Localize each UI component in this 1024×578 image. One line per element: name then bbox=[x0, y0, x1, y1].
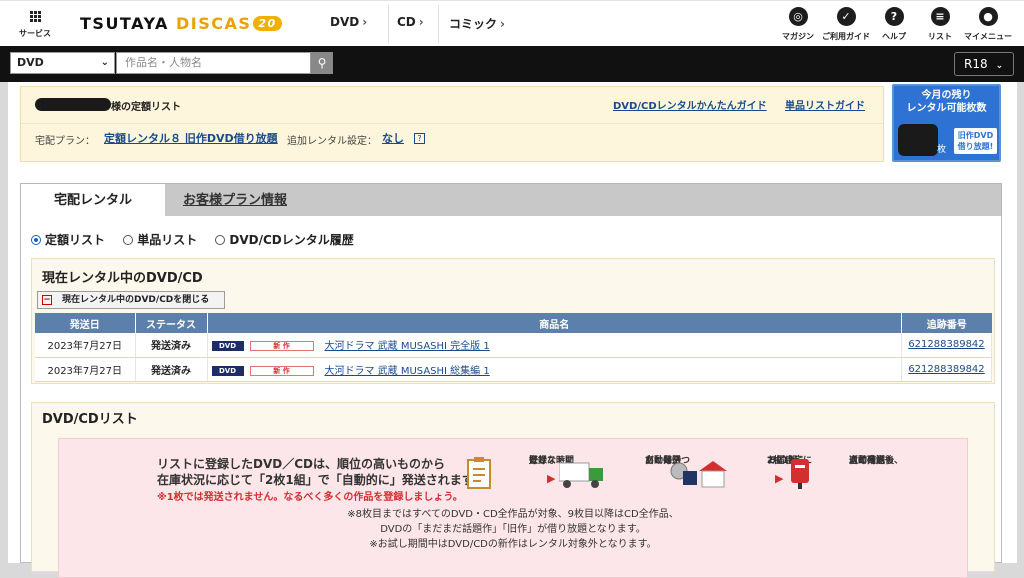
anniversary-badge: 20 bbox=[253, 16, 282, 31]
count-unit: 枚 bbox=[937, 145, 947, 155]
item-title-link[interactable]: 大河ドラマ 武蔵 MUSASHI 完全版 1 bbox=[325, 341, 490, 352]
ship-date: 2023年7月27日 bbox=[35, 333, 136, 358]
search-icon: ⚲ bbox=[317, 56, 327, 70]
table-row: 2023年7月27日 発送済み DVD 新 作大河ドラマ 武蔵 MUSASHI 完… bbox=[35, 333, 992, 358]
chevron-right-icon: › bbox=[362, 15, 368, 29]
new-badge: 新 作 bbox=[249, 341, 314, 352]
category-select[interactable]: DVD ⌄ bbox=[10, 52, 115, 74]
addon-link[interactable]: なし bbox=[382, 130, 404, 146]
list-button[interactable]: ≡ リスト bbox=[914, 7, 966, 42]
promo-warning: ※1枚では発送されません。なるべく多くの作品を登録しましょう。 bbox=[157, 492, 463, 503]
nav-cd[interactable]: CD › bbox=[397, 15, 424, 29]
list-title: 様の定額リスト bbox=[111, 102, 181, 113]
dvd-cd-list: DVD/CDリスト リストに登録したDVD／CDは、順位の高いものから 在庫状況に… bbox=[31, 402, 995, 578]
table-row: 2023年7月27日 発送済み DVD 新 作大河ドラマ 武蔵 MUSASHI 総… bbox=[35, 357, 992, 382]
postbox-icon bbox=[791, 459, 809, 489]
promo-notes: ※8枚目まではすべてのDVD・CD全作品が対象、9枚目以降はCD全作品、 DVD… bbox=[347, 509, 679, 550]
tab-home-rental[interactable]: 宅配レンタル bbox=[21, 184, 165, 219]
status: 発送済み bbox=[135, 357, 208, 382]
addon-label: 追加レンタル設定： bbox=[287, 136, 377, 147]
promo-banner: リストに登録したDVD／CDは、順位の高いものから 在庫状況に応じて「2枚1組」で… bbox=[58, 438, 968, 578]
single-list-guide-link[interactable]: 単品リストガイド bbox=[785, 97, 865, 112]
chevron-down-icon: ⌄ bbox=[100, 57, 109, 68]
redacted-count bbox=[898, 124, 938, 156]
status: 発送済み bbox=[135, 333, 208, 358]
step-auto-ship: あとは待つ だけ毎日 自動発送 bbox=[559, 455, 690, 495]
col-date: 発送日 bbox=[35, 313, 136, 333]
tab-content: 定額リスト 単品リスト DVD/CDレンタル履歴 現在レンタル中のDVD/CD … bbox=[20, 216, 1002, 578]
help-button[interactable]: ? ヘルプ bbox=[868, 7, 920, 42]
plan-link[interactable]: 定額レンタル８ 旧作DVD借り放題 bbox=[104, 130, 278, 146]
search-bar: DVD ⌄ 作品名・人物名 ⚲ R18 ⌄ bbox=[0, 46, 1024, 82]
nav-comic[interactable]: コミック › bbox=[449, 15, 505, 32]
help-icon[interactable]: ? bbox=[414, 133, 425, 144]
truck-icon bbox=[559, 462, 603, 488]
grid-icon bbox=[29, 11, 41, 22]
minus-icon: − bbox=[42, 295, 52, 305]
chevron-right-icon: › bbox=[500, 17, 505, 31]
site-logo[interactable]: TSUTAYA DISCAS 20 bbox=[80, 14, 282, 33]
chevron-down-icon: ⌄ bbox=[995, 61, 1004, 71]
tab-bar: 宅配レンタル お客様プラン情報 bbox=[20, 183, 1002, 219]
radio-icon bbox=[123, 235, 134, 245]
nav-dvd[interactable]: DVD › bbox=[330, 15, 367, 29]
step-return: 返却確認後、 次の商品も 自動発送 bbox=[789, 455, 903, 495]
rental-table: 発送日 ステータス 商品名 追跡番号 2023年7月27日 発送済み DVD 新 … bbox=[35, 313, 992, 382]
current-rentals: 現在レンタル中のDVD/CD − 現在レンタル中のDVD/CDを閉じる 発送日 ス… bbox=[31, 258, 995, 384]
col-title: 商品名 bbox=[207, 313, 902, 333]
magazine-icon: ◎ bbox=[788, 7, 808, 26]
chevron-right-icon: › bbox=[418, 15, 424, 29]
service-menu[interactable]: サービス bbox=[14, 9, 56, 39]
list-type-radios: 定額リスト 単品リスト DVD/CDレンタル履歴 bbox=[31, 231, 368, 248]
step-delivery: 2枚1組 でご自宅に お届け bbox=[669, 455, 812, 495]
ship-date: 2023年7月27日 bbox=[35, 357, 136, 382]
rating-select[interactable]: R18 ⌄ bbox=[954, 52, 1014, 76]
promo-text: リストに登録したDVD／CDは、順位の高いものから 在庫状況に応じて「2枚1組」で… bbox=[157, 457, 485, 487]
unlimited-badge: 旧作DVD 借り放題! bbox=[954, 128, 997, 154]
arrow-right-icon: ▶ bbox=[775, 472, 784, 485]
clipboard-icon bbox=[467, 457, 491, 489]
col-tracking: 追跡番号 bbox=[901, 313, 992, 333]
col-status: ステータス bbox=[135, 313, 208, 333]
close-current-button[interactable]: − 現在レンタル中のDVD/CDを閉じる bbox=[37, 291, 225, 309]
user-icon: ● bbox=[978, 7, 998, 26]
help-icon: ? bbox=[884, 7, 904, 26]
radio-icon bbox=[215, 235, 226, 245]
list-icon: ≡ bbox=[930, 7, 950, 26]
guide-icon: ✓ bbox=[836, 7, 856, 26]
format-badge: DVD bbox=[211, 365, 244, 376]
house-icon bbox=[670, 461, 727, 488]
search-input[interactable]: 作品名・人物名 bbox=[116, 52, 311, 74]
plan-label: 宅配プラン： bbox=[35, 136, 95, 147]
guide-button[interactable]: ✓ ご利用ガイド bbox=[820, 7, 872, 42]
remaining-rentals-box: 今月の残り レンタル可能枚数 枚 旧作DVD 借り放題! bbox=[892, 84, 1001, 162]
main-page: 様の定額リスト DVD/CDレンタルかんたんガイド 単品リストガイド 宅配プラン… bbox=[8, 82, 1017, 578]
radio-checked-icon bbox=[31, 235, 41, 245]
search-button[interactable]: ⚲ bbox=[311, 52, 333, 74]
tab-plan-info[interactable]: お客様プラン情報 bbox=[165, 184, 305, 217]
service-label: サービス bbox=[19, 29, 51, 38]
current-rentals-heading: 現在レンタル中のDVD/CD bbox=[42, 271, 203, 286]
radio-fixed-list[interactable]: 定額リスト bbox=[31, 231, 105, 248]
radio-single-list[interactable]: 単品リスト bbox=[123, 231, 197, 248]
tracking-link[interactable]: 621288389842 bbox=[908, 339, 984, 350]
list-info-box: 様の定額リスト DVD/CDレンタルかんたんガイド 単品リストガイド 宅配プラン… bbox=[20, 86, 884, 162]
radio-history[interactable]: DVD/CDレンタル履歴 bbox=[215, 231, 354, 248]
format-badge: DVD bbox=[211, 341, 244, 352]
mymenu-button[interactable]: ● マイメニュー bbox=[962, 7, 1014, 42]
magazine-button[interactable]: ◎ マガジン bbox=[772, 7, 824, 42]
redacted-name bbox=[35, 98, 111, 111]
rental-guide-link[interactable]: DVD/CDレンタルかんたんガイド bbox=[613, 97, 767, 112]
list-heading: DVD/CDリスト bbox=[42, 412, 138, 427]
arrow-right-icon: ▶ bbox=[547, 472, 556, 485]
item-title-link[interactable]: 大河ドラマ 武蔵 MUSASHI 総集編 1 bbox=[325, 366, 490, 377]
new-badge: 新 作 bbox=[249, 365, 314, 376]
top-header: サービス TSUTAYA DISCAS 20 DVD › CD › コミック › ◎ マガ… bbox=[0, 0, 1024, 46]
tracking-link[interactable]: 621288389842 bbox=[908, 364, 984, 375]
